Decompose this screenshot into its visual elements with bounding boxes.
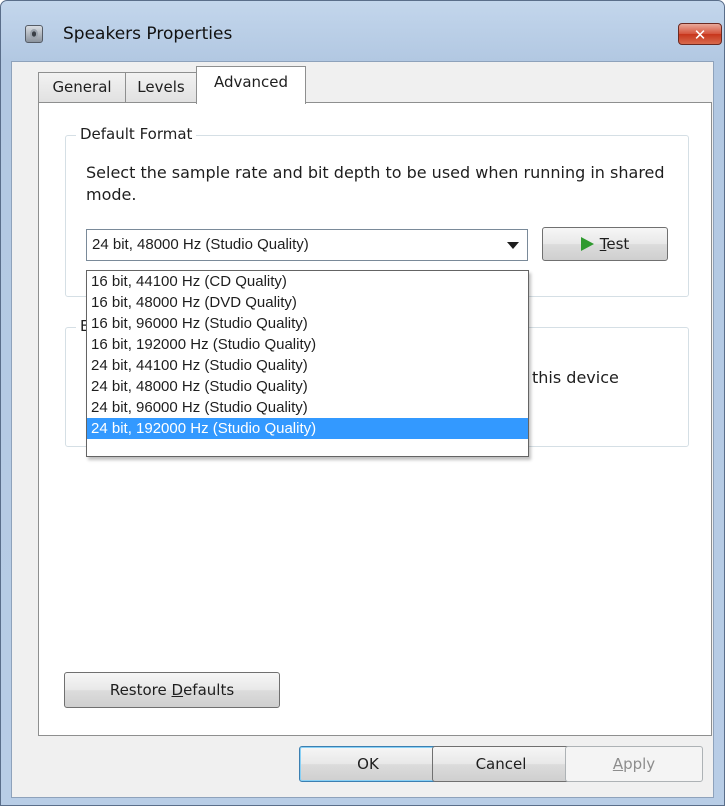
exclusive-mode-text: this device xyxy=(532,368,619,387)
tab-levels-label: Levels xyxy=(137,78,185,96)
close-button[interactable]: ✕ xyxy=(678,23,722,45)
restore-defaults-button[interactable]: Restore Defaults xyxy=(64,672,280,708)
chevron-down-icon[interactable] xyxy=(507,242,519,249)
dropdown-option[interactable]: 16 bit, 192000 Hz (Studio Quality) xyxy=(87,334,528,355)
speaker-icon xyxy=(25,25,43,43)
dialog-window: Speakers Properties ✕ General Levels Adv… xyxy=(0,0,725,806)
dropdown-option[interactable]: 24 bit, 44100 Hz (Studio Quality) xyxy=(87,355,528,376)
title-bar[interactable]: Speakers Properties ✕ xyxy=(1,1,724,45)
test-label-rest: est xyxy=(606,235,630,253)
tab-general-label: General xyxy=(52,78,112,96)
dropdown-option[interactable]: 24 bit, 48000 Hz (Studio Quality) xyxy=(87,376,528,397)
ok-button[interactable]: OK xyxy=(299,746,437,782)
cancel-label: Cancel xyxy=(475,755,527,773)
default-format-description: Select the sample rate and bit depth to … xyxy=(86,163,665,204)
restore-label-rest: efaults xyxy=(183,681,235,699)
dropdown-option[interactable]: 16 bit, 96000 Hz (Studio Quality) xyxy=(87,313,528,334)
default-format-label: Default Format xyxy=(76,125,197,143)
window-title: Speakers Properties xyxy=(63,24,233,44)
restore-mnemonic: D xyxy=(171,681,184,699)
dropdown-option[interactable]: 16 bit, 48000 Hz (DVD Quality) xyxy=(87,292,528,313)
combobox-selected-value: 24 bit, 48000 Hz (Studio Quality) xyxy=(92,236,309,253)
sample-rate-combobox[interactable]: 24 bit, 48000 Hz (Studio Quality) xyxy=(86,229,528,261)
apply-mnemonic: A xyxy=(612,755,624,773)
restore-label-before: Restore xyxy=(109,681,172,699)
tab-advanced[interactable]: Advanced xyxy=(196,66,306,104)
tab-general[interactable]: General xyxy=(38,72,126,102)
tab-advanced-label: Advanced xyxy=(213,73,289,91)
dropdown-option[interactable]: 16 bit, 44100 Hz (CD Quality) xyxy=(87,271,528,292)
close-icon: ✕ xyxy=(693,26,707,44)
ok-label: OK xyxy=(357,755,379,773)
cancel-button[interactable]: Cancel xyxy=(432,746,570,782)
dropdown-option-highlighted[interactable]: 24 bit, 192000 Hz (Studio Quality) xyxy=(87,418,528,439)
apply-label-rest: pply xyxy=(623,755,656,773)
sample-rate-dropdown-list[interactable]: 16 bit, 44100 Hz (CD Quality) 16 bit, 48… xyxy=(86,270,529,457)
dropdown-option[interactable]: 24 bit, 96000 Hz (Studio Quality) xyxy=(87,397,528,418)
apply-button[interactable]: Apply xyxy=(565,746,703,782)
play-icon xyxy=(580,237,594,251)
test-button[interactable]: Test xyxy=(542,227,668,261)
tab-levels[interactable]: Levels xyxy=(125,72,197,102)
